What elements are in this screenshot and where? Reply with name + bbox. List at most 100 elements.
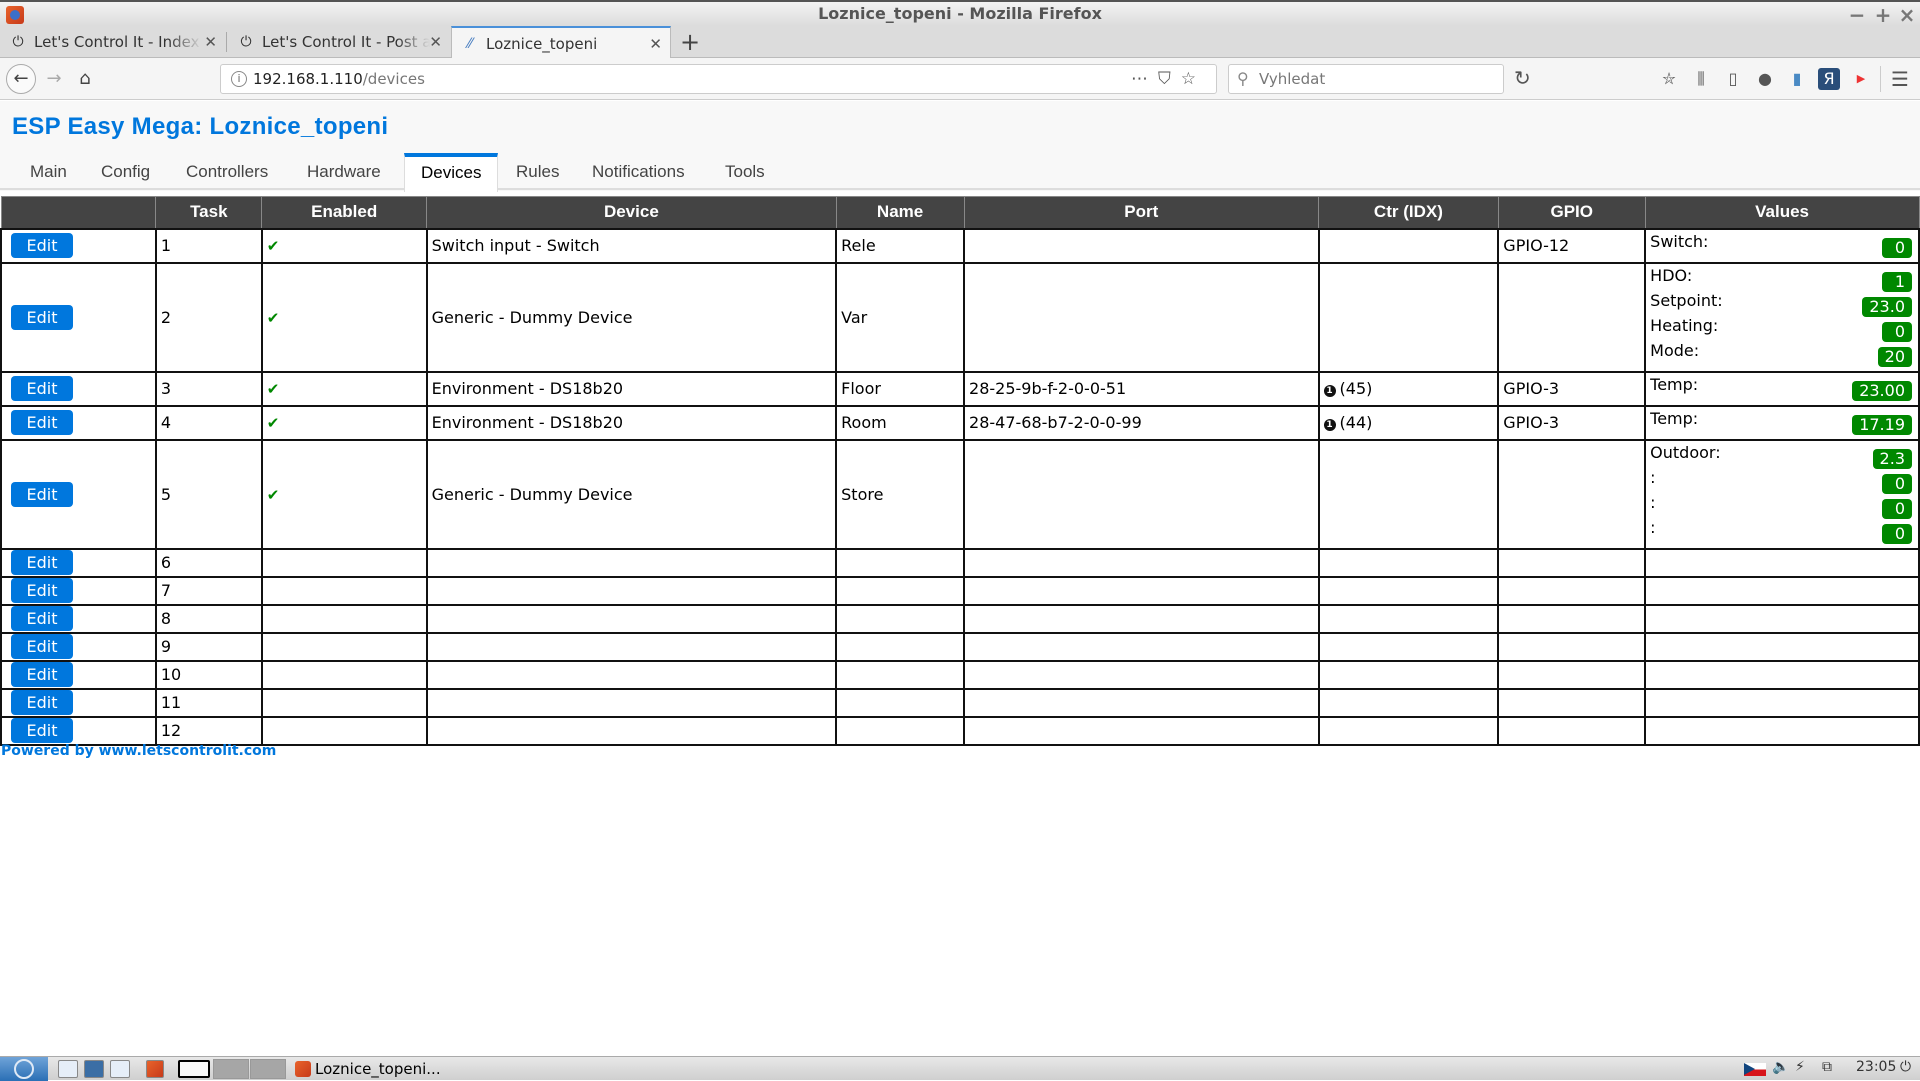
menu-item-main[interactable]: Main bbox=[14, 153, 83, 190]
youtube-icon[interactable]: ▶ bbox=[1850, 68, 1872, 90]
menu-item-notifications[interactable]: Notifications bbox=[576, 153, 701, 190]
value-row: Setpoint: 23.0 bbox=[1650, 290, 1912, 317]
close-tab-icon[interactable]: ✕ bbox=[204, 33, 217, 51]
task-number: 6 bbox=[154, 547, 263, 578]
table-row: Edit 1 ✔ Switch input - Switch Rele GPIO… bbox=[0, 227, 1920, 264]
menu-item-rules[interactable]: Rules bbox=[500, 153, 575, 190]
value-badge: 23.00 bbox=[1852, 380, 1912, 401]
table-row: Edit 4 ✔ Environment - DS18b20 Room 28-4… bbox=[0, 404, 1920, 441]
url-bar[interactable]: i 192.168.1.110/devices ⋯⛉☆ bbox=[220, 64, 1217, 94]
file-manager-icon[interactable] bbox=[58, 1060, 78, 1078]
edit-button[interactable]: Edit bbox=[11, 304, 73, 330]
url-text[interactable]: 192.168.1.110/devices bbox=[253, 70, 425, 88]
edit-button[interactable]: Edit bbox=[11, 578, 73, 603]
port: 28-25-9b-f-2-0-0-51 bbox=[963, 370, 1320, 407]
power-status-icon[interactable]: ⚡ bbox=[1795, 1059, 1805, 1075]
tab-loznice-topeni[interactable]: ⁄⁄ Loznice_topeni ✕ bbox=[451, 26, 671, 59]
task-number: 4 bbox=[154, 404, 263, 441]
tab-index-page[interactable]: ⏻ Let's Control It - Index page ✕ bbox=[0, 26, 225, 58]
task-number: 8 bbox=[154, 603, 263, 634]
edit-button[interactable]: Edit bbox=[11, 481, 73, 507]
sidebar-icon[interactable]: ▯ bbox=[1722, 68, 1744, 90]
home-button[interactable]: ⌂ bbox=[71, 65, 99, 93]
value-badge: 17.19 bbox=[1852, 414, 1912, 435]
bookmarks-manager-icon[interactable]: ⛦ bbox=[1658, 68, 1680, 90]
keyboard-layout-flag-icon[interactable] bbox=[1744, 1063, 1766, 1076]
workspace-3[interactable] bbox=[250, 1059, 286, 1079]
back-button[interactable]: ← bbox=[6, 64, 36, 94]
reload-button[interactable]: ↻ bbox=[1514, 66, 1531, 90]
device-name: Rele bbox=[835, 227, 966, 264]
powered-by-link[interactable]: Powered by www.letscontrolit.com bbox=[1, 743, 276, 759]
forward-button[interactable]: → bbox=[40, 65, 68, 93]
shutdown-icon[interactable]: ⏻ bbox=[1900, 1059, 1911, 1075]
value-row: Temp: 17.19 bbox=[1650, 409, 1912, 435]
edit-button[interactable]: Edit bbox=[11, 233, 73, 258]
value-badge: 1 bbox=[1882, 271, 1912, 292]
menu-item-config[interactable]: Config bbox=[85, 153, 166, 190]
values-cell: Outdoor: 2.3 :0 :0 :0 bbox=[1644, 438, 1920, 550]
volume-icon[interactable]: 🔈 bbox=[1772, 1059, 1789, 1075]
more-actions-icon[interactable]: ⋯ bbox=[1131, 69, 1158, 89]
extension-icon[interactable]: ● bbox=[1754, 68, 1776, 90]
reader-extension-icon[interactable]: ▮ bbox=[1786, 68, 1808, 90]
table-row: Edit 8 bbox=[0, 603, 1920, 634]
edit-button[interactable]: Edit bbox=[11, 662, 73, 687]
value-label: Setpoint: bbox=[1650, 290, 1723, 310]
hamburger-menu-icon[interactable]: ☰ bbox=[1889, 68, 1911, 90]
value-row: HDO: 1 bbox=[1650, 266, 1912, 292]
column-header-enabled: Enabled bbox=[261, 196, 428, 229]
search-input[interactable] bbox=[1259, 69, 1489, 89]
edit-button[interactable]: Edit bbox=[11, 550, 73, 575]
edit-button[interactable]: Edit bbox=[11, 606, 73, 631]
close-tab-icon[interactable]: ✕ bbox=[429, 33, 442, 51]
yandex-icon[interactable]: Я bbox=[1818, 68, 1840, 90]
start-menu-button[interactable] bbox=[0, 1057, 48, 1081]
info-icon[interactable]: i bbox=[231, 71, 247, 87]
bookmark-star-icon[interactable]: ☆ bbox=[1181, 69, 1206, 89]
window-title: Loznice_topeni - Mozilla Firefox bbox=[818, 4, 1102, 23]
edit-button[interactable]: Edit bbox=[11, 634, 73, 659]
menu-item-tools[interactable]: Tools bbox=[709, 153, 781, 190]
library-icon[interactable]: ⫼ bbox=[1690, 68, 1712, 90]
enabled-check-icon: ✔ bbox=[266, 485, 280, 504]
search-bar[interactable]: ⚲ bbox=[1228, 64, 1504, 94]
close-tab-icon[interactable]: ✕ bbox=[649, 35, 662, 53]
tab-post-reply[interactable]: ⏻ Let's Control It - Post a reply ✕ bbox=[228, 26, 450, 58]
menu-item-devices[interactable]: Devices bbox=[404, 153, 499, 192]
value-row: Switch: 0 bbox=[1650, 232, 1912, 258]
port: 28-47-68-b7-2-0-0-99 bbox=[963, 404, 1320, 441]
network-browser-icon[interactable] bbox=[84, 1060, 104, 1078]
page-title: ESP Easy Mega: Loznice_topeni bbox=[12, 113, 389, 140]
value-badge: 0 bbox=[1882, 473, 1912, 494]
column-header-ctr-idx: Ctr (IDX) bbox=[1318, 196, 1499, 229]
minimize-button[interactable]: − bbox=[1846, 3, 1868, 27]
controller-number-icon: 1 bbox=[1323, 385, 1336, 397]
values-cell: Switch: 0 bbox=[1644, 227, 1920, 264]
pocket-icon[interactable]: ⛉ bbox=[1158, 69, 1181, 89]
workspace-2[interactable] bbox=[213, 1059, 249, 1079]
value-row: :0 bbox=[1650, 518, 1912, 544]
edit-button[interactable]: Edit bbox=[11, 690, 73, 715]
main-menu: Main Config Controllers Hardware Devices… bbox=[0, 153, 1920, 192]
value-row: Mode: 20 bbox=[1650, 341, 1912, 367]
enabled-check-icon: ✔ bbox=[266, 380, 280, 398]
table-row: Edit 5 ✔ Generic - Dummy Device Store Ou… bbox=[0, 438, 1920, 550]
menu-item-hardware[interactable]: Hardware bbox=[291, 153, 397, 190]
edit-button[interactable]: Edit bbox=[11, 410, 73, 435]
edit-button[interactable]: Edit bbox=[11, 376, 73, 401]
window-icon[interactable] bbox=[110, 1060, 130, 1078]
new-tab-button[interactable]: + bbox=[680, 28, 700, 56]
controller-idx bbox=[1317, 438, 1500, 550]
network-icon[interactable]: ⧉ bbox=[1822, 1059, 1832, 1075]
close-window-button[interactable]: × bbox=[1896, 3, 1918, 27]
maximize-button[interactable]: + bbox=[1872, 3, 1894, 27]
taskbar-window-button[interactable]: Loznice_topeni... bbox=[295, 1059, 441, 1079]
gpio: GPIO-3 bbox=[1497, 404, 1647, 441]
workspace-1[interactable] bbox=[178, 1060, 210, 1078]
menu-item-controllers[interactable]: Controllers bbox=[170, 153, 284, 190]
page-content: ESP Easy Mega: Loznice_topeni Main Confi… bbox=[0, 101, 1920, 1056]
os-taskbar: Loznice_topeni... 🔈 ⚡ ⧉ 23:05 ⏻ bbox=[0, 1056, 1920, 1081]
firefox-launcher-icon[interactable] bbox=[146, 1060, 164, 1078]
edit-button[interactable]: Edit bbox=[11, 718, 73, 743]
